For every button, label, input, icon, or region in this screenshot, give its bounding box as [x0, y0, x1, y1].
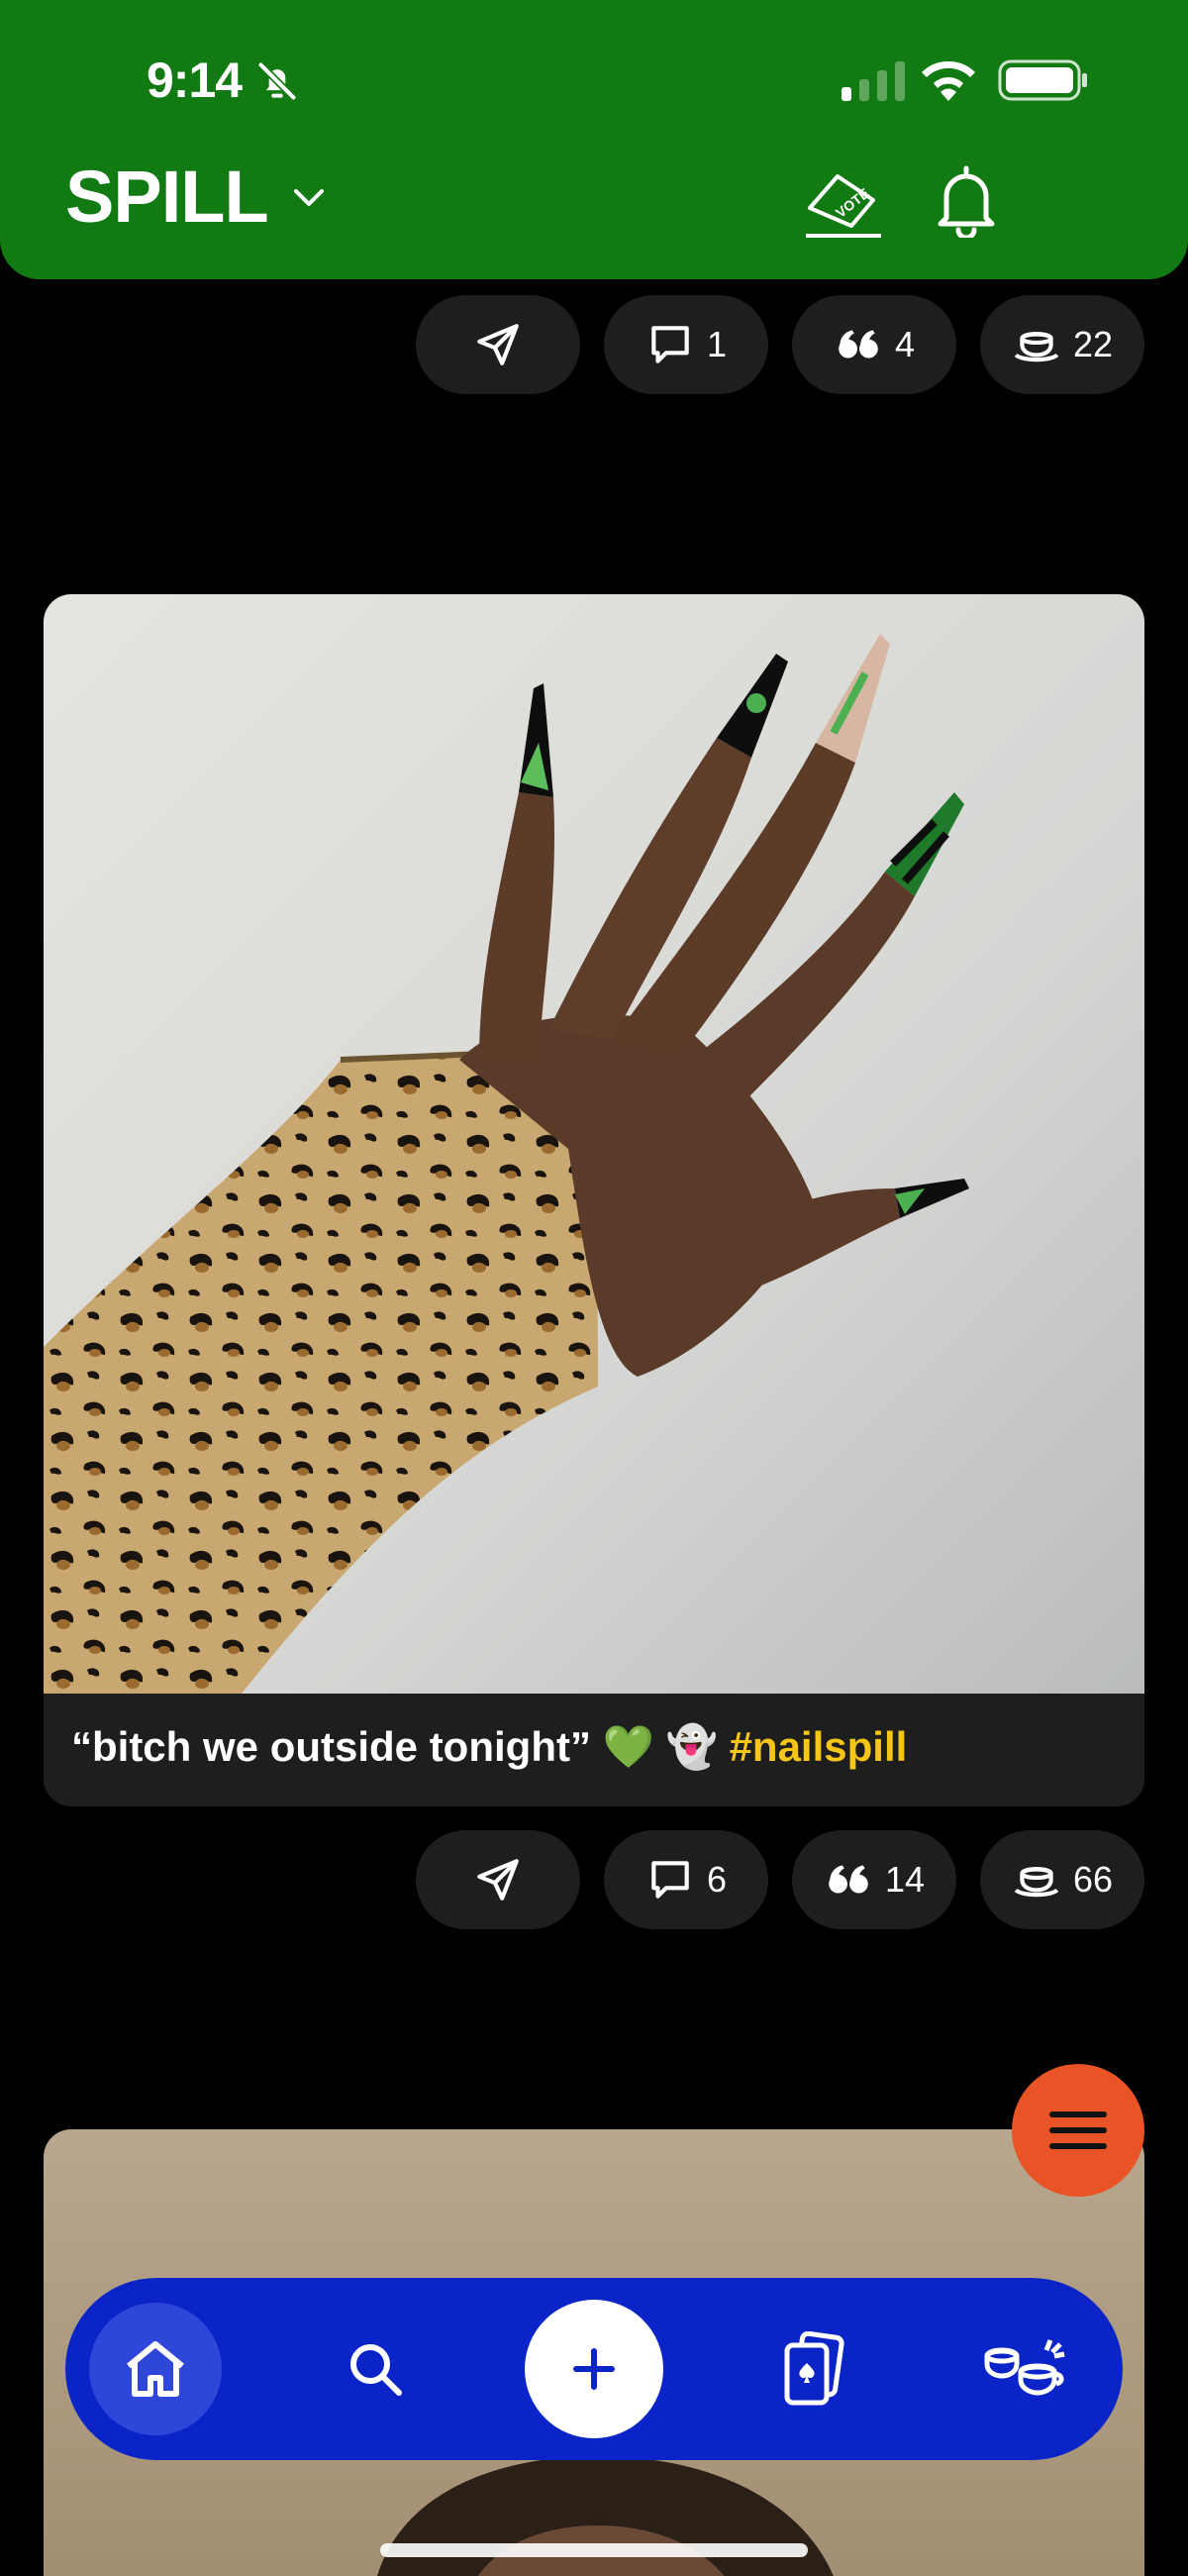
app-header: 9:14 SPILL VOTE [0, 0, 1188, 279]
plus-icon [573, 2348, 615, 2390]
status-time: 9:14 [147, 52, 243, 108]
menu-icon [1049, 2112, 1107, 2149]
post-image[interactable] [44, 594, 1144, 1694]
bell-icon[interactable] [935, 162, 998, 238]
nav-cards[interactable] [746, 2303, 879, 2435]
home-indicator[interactable] [380, 2543, 808, 2557]
post-actions: 1 4 22 [416, 295, 1144, 394]
bell-slash-icon [256, 60, 298, 102]
wifi-icon [922, 60, 975, 101]
comment-button[interactable]: 6 [604, 1830, 768, 1929]
quote-count: 4 [894, 324, 916, 364]
brand-logo[interactable]: SPILL [65, 160, 269, 234]
tea-count: 66 [1072, 1859, 1114, 1900]
tea-cup-icon [1014, 331, 1059, 362]
quote-icon [829, 1865, 868, 1894]
bottom-nav [65, 2278, 1123, 2460]
share-button[interactable] [416, 1830, 580, 1929]
nav-search[interactable] [309, 2303, 442, 2435]
post-caption: “bitch we outside tonight” 💚 👻 #nailspil… [71, 1723, 907, 1772]
tea-count: 22 [1072, 324, 1114, 364]
quote-count: 14 [884, 1859, 926, 1900]
post-actions: 6 14 66 [416, 1830, 1144, 1929]
post-card[interactable]: “bitch we outside tonight” 💚 👻 #nailspil… [44, 594, 1144, 1806]
teacups-icon [984, 2339, 1065, 2396]
comment-icon [651, 326, 689, 363]
chevron-down-icon[interactable] [290, 183, 328, 213]
battery-icon [998, 59, 1087, 101]
nav-tea[interactable] [960, 2303, 1093, 2435]
hashtag-link[interactable]: #nailspill [730, 1723, 908, 1770]
svg-text:VOTE: VOTE [833, 185, 872, 221]
quote-button[interactable]: 14 [792, 1830, 956, 1929]
search-icon [350, 2344, 402, 2396]
share-button[interactable] [416, 295, 580, 394]
caption-text: “bitch we outside tonight” 💚 👻 [71, 1723, 730, 1770]
signal-icon [842, 61, 905, 101]
create-post-button[interactable] [525, 2300, 663, 2438]
tea-cup-icon [1014, 1866, 1059, 1898]
comment-count: 6 [706, 1859, 728, 1900]
menu-button[interactable] [1012, 2064, 1144, 2197]
quote-button[interactable]: 4 [792, 295, 956, 394]
tea-button[interactable]: 22 [980, 295, 1144, 394]
send-icon [477, 324, 519, 365]
comment-count: 1 [706, 324, 728, 364]
comment-icon [651, 1861, 689, 1899]
send-icon [477, 1859, 519, 1901]
comment-button[interactable]: 1 [604, 295, 768, 394]
quote-icon [839, 330, 878, 359]
nav-home[interactable] [89, 2303, 222, 2435]
tea-button[interactable]: 66 [980, 1830, 1144, 1929]
cards-icon [784, 2331, 844, 2406]
home-icon [127, 2341, 184, 2397]
vote-icon[interactable]: VOTE [804, 166, 883, 238]
